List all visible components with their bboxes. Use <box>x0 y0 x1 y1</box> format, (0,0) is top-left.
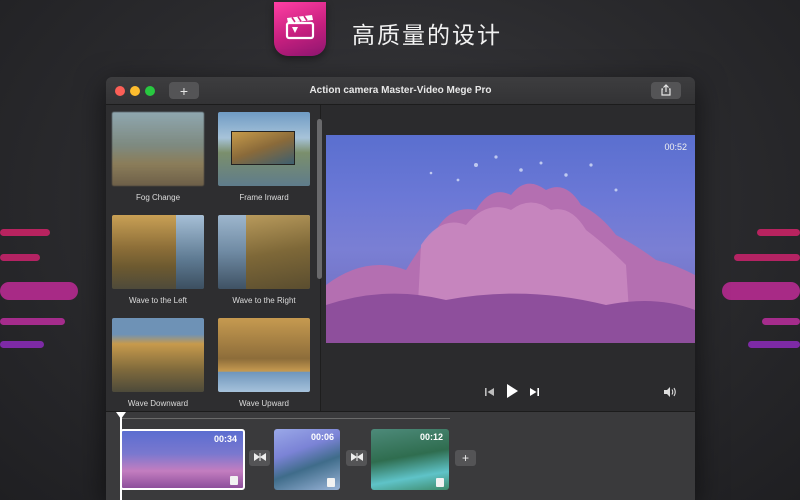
clip-duration: 00:06 <box>310 432 334 442</box>
transition-label: Wave to the Right <box>232 296 296 305</box>
skip-forward-icon[interactable] <box>528 385 540 397</box>
play-icon[interactable] <box>504 383 520 399</box>
timeline: 00:34 00:06 00:12 + <box>106 411 695 500</box>
app-window: + Action camera Master-Video Mege Pro Fo… <box>106 77 695 500</box>
transition-label: Fog Change <box>135 193 181 202</box>
transition-frame-inward[interactable]: Frame Inward <box>218 112 310 202</box>
promo-title: 高质量的设计 <box>352 23 502 49</box>
transition-fog-change[interactable]: Fog Change <box>112 112 204 202</box>
timeline-clip[interactable]: 00:34 <box>120 429 245 490</box>
share-icon <box>660 83 672 99</box>
decor-stripe <box>748 341 800 348</box>
timeline-clip[interactable]: 00:06 <box>274 429 340 490</box>
window-title: Action camera Master-Video Mege Pro <box>309 85 492 96</box>
transition-wave-upward[interactable]: Wave Upward <box>218 318 310 408</box>
transition-wave-right[interactable]: Wave to the Right <box>218 215 310 305</box>
transition-slot-button[interactable] <box>346 450 367 466</box>
transition-thumbnail <box>112 112 204 186</box>
bowtie-icon <box>253 453 266 463</box>
transition-thumbnail <box>218 215 310 289</box>
transition-wave-downward[interactable]: Wave Downward <box>112 318 204 408</box>
transition-thumbnail <box>218 318 310 392</box>
transition-label: Frame Inward <box>239 193 289 202</box>
add-clip-label: + <box>461 451 469 465</box>
speaker-icon[interactable] <box>663 385 677 397</box>
trash-icon[interactable] <box>230 476 238 485</box>
decor-stripe <box>0 318 65 325</box>
decor-stripe <box>0 282 78 300</box>
transition-library: Fog Change Frame Inward Wave to the Left… <box>106 105 322 411</box>
decor-stripe <box>0 341 44 348</box>
transition-thumbnail <box>218 112 310 186</box>
promo-header: 高质量的设计 <box>0 0 800 68</box>
transition-wave-left[interactable]: Wave to the Left <box>112 215 204 305</box>
app-logo <box>274 2 326 56</box>
decor-stripe <box>0 229 50 236</box>
share-button[interactable] <box>651 82 681 99</box>
clip-duration: 00:12 <box>419 432 443 442</box>
transition-slot-button[interactable] <box>249 450 270 466</box>
transition-label: Wave Downward <box>127 399 189 408</box>
clip-duration: 00:34 <box>213 434 237 444</box>
preview-time: 00:52 <box>664 142 687 152</box>
sidebar-scrollbar[interactable] <box>317 119 322 279</box>
skip-back-icon[interactable] <box>484 385 496 397</box>
trash-icon[interactable] <box>327 478 335 487</box>
transition-label: Wave to the Left <box>129 296 187 305</box>
transition-thumbnail <box>112 318 204 392</box>
transition-thumbnail <box>112 215 204 289</box>
video-preview[interactable]: 00:52 <box>326 135 695 343</box>
playback-controls <box>484 382 540 400</box>
playhead-handle[interactable] <box>116 412 126 419</box>
add-clip-button[interactable]: + <box>455 450 476 466</box>
decor-stripe <box>722 282 800 300</box>
decor-stripe <box>0 254 40 261</box>
decor-stripe <box>762 318 800 325</box>
bowtie-icon <box>350 453 363 463</box>
decor-stripe <box>734 254 800 261</box>
title-bar: + Action camera Master-Video Mege Pro <box>106 77 695 105</box>
decor-stripe <box>757 229 800 236</box>
clapperboard-icon <box>285 14 315 45</box>
timeline-clip[interactable]: 00:12 <box>371 429 449 490</box>
transition-label: Wave Upward <box>239 399 289 408</box>
playhead[interactable] <box>120 412 122 500</box>
timeline-ruler <box>120 418 450 419</box>
trash-icon[interactable] <box>436 478 444 487</box>
